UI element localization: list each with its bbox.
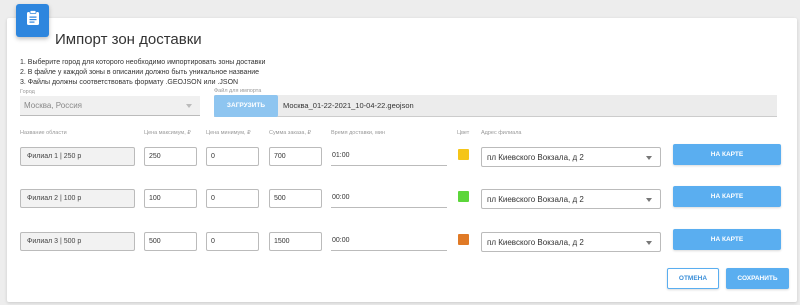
file-name: Москва_01-22-2021_10-04-22.geojson xyxy=(283,101,414,110)
price-max-input[interactable]: 100 xyxy=(144,189,197,208)
instructions: 1. Выберите город для которого необходим… xyxy=(20,58,265,88)
branch-address-select[interactable]: пл Киевского Вокзала, д 2 xyxy=(481,147,661,167)
zone-row: Филиал 1 | 250 р 250 0 700 01:00 пл Киев… xyxy=(0,144,800,171)
on-map-button[interactable]: НА КАРТЕ xyxy=(673,229,781,250)
chevron-down-icon xyxy=(646,241,652,245)
zone-row: Филиал 3 | 500 р 500 0 1500 00:00 пл Кие… xyxy=(0,229,800,256)
order-sum-input[interactable]: 500 xyxy=(269,189,322,208)
price-min-input[interactable]: 0 xyxy=(206,189,259,208)
order-sum-input[interactable]: 700 xyxy=(269,147,322,166)
color-swatch[interactable] xyxy=(458,234,469,245)
order-sum-input[interactable]: 1500 xyxy=(269,232,322,251)
branch-address-select[interactable]: пл Киевского Вокзала, д 2 xyxy=(481,232,661,252)
page-title: Импорт зон доставки xyxy=(55,31,202,48)
column-header-price-min: Цена минимум, ₽ xyxy=(206,130,251,136)
price-min-input[interactable]: 0 xyxy=(206,147,259,166)
chevron-down-icon xyxy=(646,198,652,202)
city-select[interactable]: Москва, Россия xyxy=(20,96,200,116)
instruction-line: 1. Выберите город для которого необходим… xyxy=(20,59,266,66)
column-header-branch-address: Адрес филиала xyxy=(481,130,522,136)
upload-button[interactable]: ЗАГРУЗИТЬ xyxy=(214,95,278,117)
column-header-price-max: Цена максимум, ₽ xyxy=(144,130,191,136)
chevron-down-icon xyxy=(646,156,652,160)
clipboard-icon xyxy=(26,10,40,31)
instruction-line: 3. Файлы должны соответствовать формату … xyxy=(20,79,239,86)
branch-address-value: пл Киевского Вокзала, д 2 xyxy=(487,153,584,162)
price-max-input[interactable]: 250 xyxy=(144,147,197,166)
column-header-order-sum: Сумма заказа, ₽ xyxy=(269,130,312,136)
zone-name-field[interactable]: Филиал 3 | 500 р xyxy=(20,232,135,251)
on-map-button[interactable]: НА КАРТЕ xyxy=(673,144,781,165)
delivery-time-input[interactable]: 01:00 xyxy=(331,147,447,166)
branch-address-value: пл Киевского Вокзала, д 2 xyxy=(487,238,584,247)
city-label: Город xyxy=(20,89,35,95)
cancel-button[interactable]: ОТМЕНА xyxy=(667,268,719,289)
city-value: Москва, Россия xyxy=(24,101,82,110)
header-badge xyxy=(16,4,49,37)
column-header-name: Название области xyxy=(20,130,67,136)
save-button[interactable]: СОХРАНИТЬ xyxy=(726,268,789,289)
file-label: Файл для импорта xyxy=(214,88,262,94)
zone-row: Филиал 2 | 100 р 100 0 500 00:00 пл Киев… xyxy=(0,186,800,213)
price-min-input[interactable]: 0 xyxy=(206,232,259,251)
branch-address-select[interactable]: пл Киевского Вокзала, д 2 xyxy=(481,189,661,209)
instruction-line: 2. В файле у каждой зоны в описании долж… xyxy=(20,69,260,76)
color-swatch[interactable] xyxy=(458,149,469,160)
delivery-time-input[interactable]: 00:00 xyxy=(331,232,447,251)
on-map-button[interactable]: НА КАРТЕ xyxy=(673,186,781,207)
price-max-input[interactable]: 500 xyxy=(144,232,197,251)
branch-address-value: пл Киевского Вокзала, д 2 xyxy=(487,195,584,204)
column-header-delivery-time: Время доставки, мин xyxy=(331,130,385,136)
file-field: ЗАГРУЗИТЬ Москва_01-22-2021_10-04-22.geo… xyxy=(214,95,777,117)
zone-name-field[interactable]: Филиал 1 | 250 р xyxy=(20,147,135,166)
zone-name-field[interactable]: Филиал 2 | 100 р xyxy=(20,189,135,208)
delivery-time-input[interactable]: 00:00 xyxy=(331,189,447,208)
column-header-color: Цвет xyxy=(457,130,470,136)
chevron-down-icon xyxy=(186,104,192,108)
color-swatch[interactable] xyxy=(458,191,469,202)
